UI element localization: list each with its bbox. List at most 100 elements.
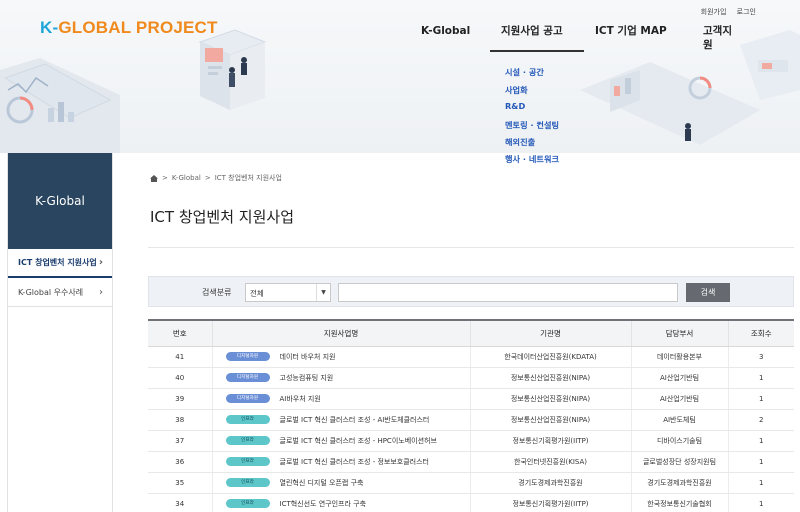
logo-k: K- bbox=[40, 18, 59, 37]
login-link[interactable]: 로그인 bbox=[737, 8, 756, 16]
cell-views: 1 bbox=[727, 493, 794, 512]
nav-k-global[interactable]: K-Global bbox=[410, 24, 490, 52]
table-row[interactable]: 40 디지털자원 고성능컴퓨팅 지원 정보통신산업진흥원(NIPA) AI산업기반팀 1 bbox=[148, 367, 794, 389]
cell-views: 3 bbox=[727, 346, 794, 368]
nav-customer-support[interactable]: 고객지원 bbox=[692, 24, 752, 52]
cell-title: 인프라 글로벌 ICT 혁신 클러스터 조성 - HPC이노베이션허브 bbox=[211, 430, 470, 452]
program-title-link[interactable]: 글로벌 ICT 혁신 클러스터 조성 - AI반도체클러스터 bbox=[280, 416, 430, 424]
nav-support-notice[interactable]: 지원사업 공고 bbox=[490, 24, 584, 52]
cell-no: 38 bbox=[148, 409, 212, 431]
program-title-link[interactable]: 열린혁신 디지털 오픈랩 구축 bbox=[280, 479, 364, 487]
search-bar: 검색분류 전체 ▼ 검색 bbox=[148, 276, 794, 307]
chevron-right-icon: › bbox=[98, 257, 103, 268]
signup-link[interactable]: 회원가입 bbox=[701, 8, 727, 16]
col-header-views: 조회수 bbox=[727, 319, 794, 347]
category-badge: 디지털자원 bbox=[225, 394, 270, 403]
site-logo[interactable]: K-GLOBAL PROJECT bbox=[40, 18, 218, 38]
cell-views: 1 bbox=[727, 367, 794, 389]
cell-dept: AI산업기반팀 bbox=[630, 388, 728, 410]
cell-org: 정보통신산업진흥원(NIPA) bbox=[469, 409, 631, 431]
cell-dept: 한국정보통신기술협회 bbox=[630, 493, 728, 512]
cell-dept: 경기도경제과학진흥원 bbox=[630, 472, 728, 494]
submenu-item-rnd[interactable]: R&D bbox=[505, 101, 559, 119]
program-title-link[interactable]: 데이터 바우처 지원 bbox=[280, 353, 336, 361]
submenu-item-commercialization[interactable]: 사업화 bbox=[505, 84, 559, 102]
title-divider bbox=[148, 247, 794, 248]
header-banner: K-GLOBAL PROJECT 회원가입 로그인 K-Global 지원사업 … bbox=[0, 0, 800, 153]
category-badge: 인프라 bbox=[225, 457, 270, 466]
breadcrumb-item-k-global[interactable]: K-Global bbox=[172, 174, 201, 182]
category-badge: 인프라 bbox=[225, 436, 270, 445]
program-title-link[interactable]: 고성능컴퓨팅 지원 bbox=[280, 374, 334, 382]
search-category-select[interactable]: 전체 ▼ bbox=[245, 283, 331, 302]
nav-ict-map[interactable]: ICT 기업 MAP bbox=[584, 24, 692, 52]
cell-no: 37 bbox=[148, 430, 212, 452]
home-icon[interactable] bbox=[150, 174, 158, 182]
program-title-link[interactable]: AI바우처 지원 bbox=[280, 395, 321, 403]
cell-org: 정보통신산업진흥원(NIPA) bbox=[469, 367, 631, 389]
col-header-dept: 담당부서 bbox=[630, 319, 728, 347]
cell-views: 2 bbox=[727, 409, 794, 431]
cell-dept: 디바이스기술팀 bbox=[630, 430, 728, 452]
table-row[interactable]: 36 인프라 글로벌 ICT 혁신 클러스터 조성 - 정보보호클러스터 한국인터넷진… bbox=[148, 451, 794, 473]
cell-no: 40 bbox=[148, 367, 212, 389]
cell-dept: AI산업기반팀 bbox=[630, 367, 728, 389]
col-header-org: 기관명 bbox=[469, 319, 631, 347]
chevron-down-icon: ▼ bbox=[316, 284, 330, 301]
cell-views: 1 bbox=[727, 451, 794, 473]
cell-views: 1 bbox=[727, 472, 794, 494]
table-row[interactable]: 38 인프라 글로벌 ICT 혁신 클러스터 조성 - AI반도체클러스터 정보통신산… bbox=[148, 409, 794, 431]
category-badge: 디지털자원 bbox=[225, 352, 270, 361]
cell-no: 41 bbox=[148, 346, 212, 368]
cell-title: 디지털자원 AI바우처 지원 bbox=[211, 388, 470, 410]
cell-no: 36 bbox=[148, 451, 212, 473]
cell-dept: 데이터활용본부 bbox=[630, 346, 728, 368]
sidebar-item-label: K-Global 우수사례 bbox=[18, 287, 84, 297]
program-title-link[interactable]: 글로벌 ICT 혁신 클러스터 조성 - HPC이노베이션허브 bbox=[280, 437, 437, 445]
cell-org: 정보통신기획평가원(IITP) bbox=[469, 430, 631, 452]
category-badge: 인프라 bbox=[225, 499, 270, 508]
program-title-link[interactable]: ICT혁신선도 연구인프라 구축 bbox=[280, 500, 367, 508]
sidebar-item-best-cases[interactable]: K-Global 우수사례 › bbox=[8, 278, 112, 307]
cell-dept: 글로벌성장단 성장지원팀 bbox=[630, 451, 728, 473]
table-row[interactable]: 41 디지털자원 데이터 바우처 지원 한국데이터산업진흥원(KDATA) 데이터활용본… bbox=[148, 346, 794, 368]
submenu-item-overseas[interactable]: 해외진출 bbox=[505, 136, 559, 153]
table-row[interactable]: 39 디지털자원 AI바우처 지원 정보통신산업진흥원(NIPA) AI산업기반팀 1 bbox=[148, 388, 794, 410]
table-body: 41 디지털자원 데이터 바우처 지원 한국데이터산업진흥원(KDATA) 데이터활용본… bbox=[148, 346, 794, 512]
cell-dept: AI반도체팀 bbox=[630, 409, 728, 431]
col-header-title: 지원사업명 bbox=[211, 319, 470, 347]
cell-org: 한국데이터산업진흥원(KDATA) bbox=[469, 346, 631, 368]
search-label: 검색분류 bbox=[202, 288, 232, 297]
utility-links: 회원가입 로그인 bbox=[693, 7, 756, 17]
submenu-item-events[interactable]: 행사 · 네트워크 bbox=[505, 153, 559, 171]
sidebar-item-ict-support[interactable]: ICT 창업벤처 지원사업 › bbox=[8, 249, 112, 278]
cell-org: 정보통신기획평가원(IITP) bbox=[469, 493, 631, 512]
cell-title: 디지털자원 고성능컴퓨팅 지원 bbox=[211, 367, 470, 389]
table-row[interactable]: 37 인프라 글로벌 ICT 혁신 클러스터 조성 - HPC이노베이션허브 정보통신… bbox=[148, 430, 794, 452]
cell-no: 39 bbox=[148, 388, 212, 410]
table-row[interactable]: 35 인프라 열린혁신 디지털 오픈랩 구축 경기도경제과학진흥원 경기도경제과학진흥원… bbox=[148, 472, 794, 494]
logo-text: GLOBAL PROJECT bbox=[58, 18, 218, 37]
cell-no: 34 bbox=[148, 493, 212, 512]
cell-title: 인프라 글로벌 ICT 혁신 클러스터 조성 - 정보보호클러스터 bbox=[211, 451, 470, 473]
program-table: 번호 지원사업명 기관명 담당부서 조회수 41 디지털자원 데이터 바우처 지원 한… bbox=[148, 319, 794, 512]
search-input[interactable] bbox=[338, 283, 678, 302]
cell-title: 디지털자원 데이터 바우처 지원 bbox=[211, 346, 470, 368]
breadcrumb-separator: > bbox=[204, 174, 211, 182]
breadcrumb-item-current[interactable]: ICT 창업벤처 지원사업 bbox=[215, 173, 282, 183]
search-category-value: 전체 bbox=[250, 289, 264, 298]
cell-org: 경기도경제과학진흥원 bbox=[469, 472, 631, 494]
cell-no: 35 bbox=[148, 472, 212, 494]
breadcrumb-separator: > bbox=[162, 174, 168, 182]
search-button[interactable]: 검색 bbox=[686, 283, 730, 302]
category-badge: 인프라 bbox=[225, 478, 270, 487]
submenu-item-mentoring[interactable]: 멘토링 · 컨설팅 bbox=[505, 119, 559, 137]
sidebar-item-label: ICT 창업벤처 지원사업 bbox=[18, 258, 97, 267]
breadcrumb: > K-Global > ICT 창업벤처 지원사업 bbox=[150, 173, 286, 183]
main-nav: K-Global 지원사업 공고 ICT 기업 MAP 고객지원 bbox=[410, 24, 752, 52]
cell-views: 1 bbox=[727, 430, 794, 452]
program-title-link[interactable]: 글로벌 ICT 혁신 클러스터 조성 - 정보보호클러스터 bbox=[280, 458, 429, 466]
cell-org: 정보통신산업진흥원(NIPA) bbox=[469, 388, 631, 410]
table-row[interactable]: 34 인프라 ICT혁신선도 연구인프라 구축 정보통신기획평가원(IITP) 한국정보… bbox=[148, 493, 794, 512]
submenu-item-facility[interactable]: 시설 · 공간 bbox=[505, 66, 559, 84]
